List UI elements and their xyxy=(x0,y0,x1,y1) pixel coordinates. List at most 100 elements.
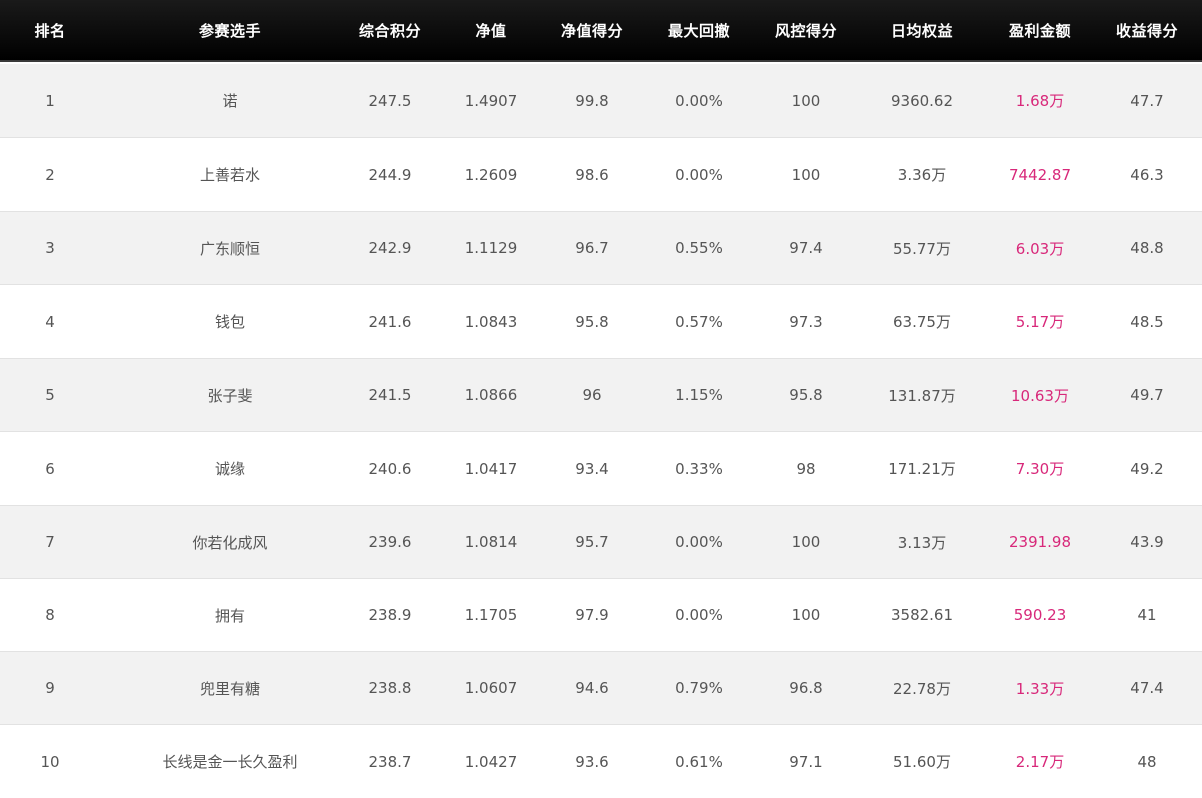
net-value-cell: 1.0417 xyxy=(464,459,518,478)
player-name-cell[interactable]: 钱包 xyxy=(100,285,360,358)
max-drawdown-cell: 0.55% xyxy=(675,239,723,257)
table-row[interactable]: 5 张子斐 241.5 1.0866 96 1.15% 95.8 131.87万… xyxy=(0,359,1202,432)
net-value-cell: 1.0866 xyxy=(464,386,518,404)
return-score-cell: 47.4 xyxy=(1130,679,1164,697)
return-score-cell: 46.3 xyxy=(1130,165,1164,184)
header-rank[interactable]: 排名 xyxy=(0,0,100,60)
net-value-cell: 1.1705 xyxy=(464,606,518,624)
player-name-cell[interactable]: 长线是金一长久盈利 xyxy=(100,725,360,798)
max-drawdown-cell: 0.00% xyxy=(675,606,723,624)
risk-score-cell: 100 xyxy=(791,606,821,624)
net-value-cell: 1.0607 xyxy=(464,679,518,697)
net-value-score-cell: 95.8 xyxy=(575,312,609,331)
profit-amount-cell: 2.17万 xyxy=(1015,753,1065,771)
daily-equity-cell: 63.75万 xyxy=(893,313,951,331)
return-score-cell: 48 xyxy=(1137,752,1157,771)
header-total-score[interactable]: 综合积分 xyxy=(340,0,440,60)
return-score-cell: 43.9 xyxy=(1130,533,1164,551)
daily-equity-cell: 3.13万 xyxy=(897,533,947,552)
rank-cell: 5 xyxy=(45,386,55,404)
rank-cell: 3 xyxy=(45,239,55,257)
player-name-cell[interactable]: 你若化成风 xyxy=(100,506,360,578)
return-score-cell: 47.7 xyxy=(1130,91,1164,110)
player-name-cell[interactable]: 张子斐 xyxy=(100,359,360,431)
rank-cell: 4 xyxy=(45,312,55,331)
header-player[interactable]: 参赛选手 xyxy=(100,0,360,60)
daily-equity-cell: 171.21万 xyxy=(888,460,956,478)
profit-amount-cell: 7442.87 xyxy=(1008,165,1072,184)
rank-cell: 6 xyxy=(45,459,55,478)
risk-score-cell: 97.1 xyxy=(789,752,823,771)
table-row[interactable]: 7 你若化成风 239.6 1.0814 95.7 0.00% 100 3.13… xyxy=(0,506,1202,579)
max-drawdown-cell: 1.15% xyxy=(675,386,723,404)
net-value-cell: 1.4907 xyxy=(464,91,518,110)
header-max-drawdown[interactable]: 最大回撤 xyxy=(642,0,756,60)
table-row[interactable]: 2 上善若水 244.9 1.2609 98.6 0.00% 100 3.36万… xyxy=(0,138,1202,212)
table-row[interactable]: 6 诚缘 240.6 1.0417 93.4 0.33% 98 171.21万 … xyxy=(0,432,1202,506)
rank-cell: 8 xyxy=(45,606,55,624)
player-name-cell[interactable]: 上善若水 xyxy=(100,138,360,211)
return-score-cell: 49.7 xyxy=(1130,386,1164,404)
rank-cell: 1 xyxy=(45,91,55,110)
total-score-cell: 242.9 xyxy=(368,239,412,257)
player-name-cell[interactable]: 诺 xyxy=(100,64,360,137)
profit-amount-cell: 1.33万 xyxy=(1015,679,1065,698)
rank-cell: 7 xyxy=(45,533,55,551)
profit-amount-cell: 590.23 xyxy=(1013,606,1067,624)
header-net-value-score[interactable]: 净值得分 xyxy=(542,0,642,60)
net-value-score-cell: 98.6 xyxy=(575,165,609,184)
net-value-score-cell: 96.7 xyxy=(575,239,609,257)
header-profit-amount[interactable]: 盈利金额 xyxy=(988,0,1092,60)
risk-score-cell: 96.8 xyxy=(789,679,823,697)
player-name-cell[interactable]: 广东顺恒 xyxy=(100,212,360,284)
rank-cell: 2 xyxy=(45,165,55,184)
table-row[interactable]: 4 钱包 241.6 1.0843 95.8 0.57% 97.3 63.75万… xyxy=(0,285,1202,359)
profit-amount-cell: 7.30万 xyxy=(1015,460,1065,478)
ranking-table: 排名 参赛选手 综合积分 净值 净值得分 最大回撤 风控得分 日均权益 盈利金额… xyxy=(0,0,1202,798)
player-name-cell[interactable]: 拥有 xyxy=(100,579,360,651)
table-row[interactable]: 1 诺 247.5 1.4907 99.8 0.00% 100 9360.62 … xyxy=(0,64,1202,138)
total-score-cell: 240.6 xyxy=(368,459,412,478)
header-return-score[interactable]: 收益得分 xyxy=(1092,0,1202,60)
daily-equity-cell: 3.36万 xyxy=(897,166,947,184)
risk-score-cell: 95.8 xyxy=(789,386,823,404)
net-value-cell: 1.2609 xyxy=(464,165,518,184)
net-value-score-cell: 95.7 xyxy=(575,533,609,551)
profit-amount-cell: 10.63万 xyxy=(1011,386,1069,405)
net-value-score-cell: 94.6 xyxy=(575,679,609,697)
risk-score-cell: 97.4 xyxy=(789,239,823,257)
risk-score-cell: 98 xyxy=(796,459,816,478)
total-score-cell: 238.7 xyxy=(368,752,412,771)
header-net-value[interactable]: 净值 xyxy=(440,0,542,60)
risk-score-cell: 100 xyxy=(791,165,821,184)
max-drawdown-cell: 0.33% xyxy=(675,459,723,478)
net-value-cell: 1.1129 xyxy=(464,239,518,257)
player-name-cell[interactable]: 兜里有糖 xyxy=(100,652,360,724)
daily-equity-cell: 131.87万 xyxy=(888,386,956,405)
total-score-cell: 238.8 xyxy=(368,679,412,697)
table-header: 排名 参赛选手 综合积分 净值 净值得分 最大回撤 风控得分 日均权益 盈利金额… xyxy=(0,0,1202,62)
return-score-cell: 41 xyxy=(1137,606,1157,624)
header-risk-score[interactable]: 风控得分 xyxy=(756,0,856,60)
table-row[interactable]: 10 长线是金一长久盈利 238.7 1.0427 93.6 0.61% 97.… xyxy=(0,725,1202,798)
daily-equity-cell: 3582.61 xyxy=(890,606,954,624)
risk-score-cell: 100 xyxy=(791,91,821,110)
table-row[interactable]: 9 兜里有糖 238.8 1.0607 94.6 0.79% 96.8 22.7… xyxy=(0,652,1202,725)
total-score-cell: 241.5 xyxy=(368,386,412,404)
return-score-cell: 49.2 xyxy=(1130,459,1164,478)
profit-amount-cell: 6.03万 xyxy=(1015,239,1065,258)
player-name-cell[interactable]: 诚缘 xyxy=(100,432,360,505)
net-value-score-cell: 99.8 xyxy=(575,91,609,110)
table-row[interactable]: 3 广东顺恒 242.9 1.1129 96.7 0.55% 97.4 55.7… xyxy=(0,212,1202,285)
total-score-cell: 238.9 xyxy=(368,606,412,624)
profit-amount-cell: 1.68万 xyxy=(1015,92,1065,110)
max-drawdown-cell: 0.00% xyxy=(675,533,723,551)
total-score-cell: 241.6 xyxy=(368,312,412,331)
return-score-cell: 48.5 xyxy=(1130,312,1164,331)
risk-score-cell: 100 xyxy=(791,533,821,551)
table-row[interactable]: 8 拥有 238.9 1.1705 97.9 0.00% 100 3582.61… xyxy=(0,579,1202,652)
daily-equity-cell: 9360.62 xyxy=(890,91,954,110)
header-daily-equity[interactable]: 日均权益 xyxy=(856,0,988,60)
profit-amount-cell: 2391.98 xyxy=(1008,533,1072,551)
daily-equity-cell: 51.60万 xyxy=(893,753,951,771)
